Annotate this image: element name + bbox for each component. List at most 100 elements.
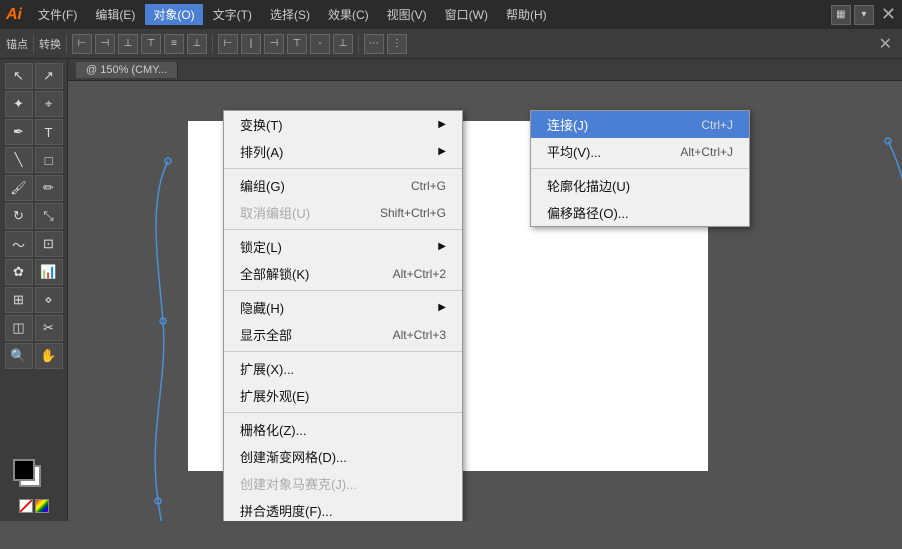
rect-tool[interactable]: □	[35, 147, 63, 173]
pen-tool[interactable]: ✒	[5, 119, 33, 145]
menu-window[interactable]: 窗口(W)	[437, 4, 496, 25]
align-bottom-icon[interactable]: ⊥	[187, 34, 207, 54]
menu-path: 连接(J) Ctrl+J 平均(V)... Alt+Ctrl+J 轮廓化描边(U…	[530, 110, 750, 227]
magic-wand-tool[interactable]: ✦	[5, 91, 33, 117]
menu-object[interactable]: 对象(O)	[145, 4, 202, 25]
main-layout: ↖ ↗ ✦ ⌖ ✒ T ╲ □ 🖌 ✏ ↻ ⤡ 〜 ⊡ ✿ 📊	[0, 59, 902, 521]
toolbar-transform-label: 转换	[39, 36, 61, 52]
divider2	[66, 35, 67, 53]
slice-tool[interactable]: ⋄	[35, 287, 63, 313]
menu-item-mosaic: 创建对象马赛克(J)...	[224, 470, 462, 497]
menu-item-ungroup[interactable]: 取消编组(U) Shift+Ctrl+G	[224, 199, 462, 226]
tool-row-4: ╲ □	[5, 147, 63, 173]
divider-1	[224, 168, 462, 169]
close-icon[interactable]: ✕	[881, 4, 896, 25]
line-tool[interactable]: ╲	[5, 147, 33, 173]
menu-object: 变换(T) ▶ 排列(A) ▶ 编组(G) Ctrl+G 取消编组(U) Shi…	[223, 110, 463, 521]
menu-item-lock[interactable]: 锁定(L) ▶	[224, 233, 462, 260]
menu-view[interactable]: 视图(V)	[379, 4, 435, 25]
menu-item-transform[interactable]: 变换(T) ▶	[224, 111, 462, 138]
icon-grid[interactable]: ▦	[831, 5, 851, 25]
menu-help[interactable]: 帮助(H)	[498, 4, 555, 25]
divider4	[358, 35, 359, 53]
distribute-left-icon[interactable]: ⊢	[218, 34, 238, 54]
distribute-spacing-icon[interactable]: ⋯	[364, 34, 384, 54]
toolbar1: 锚点 转换 ⊢ ⊣ ⊥ ⊤ ≡ ⊥ ⊢ | ⊣ ⊤ - ⊥ ⋯ ⋮ ✕	[0, 29, 902, 59]
align-left-icon[interactable]: ⊢	[72, 34, 92, 54]
warp-tool[interactable]: 〜	[5, 231, 33, 257]
hand-tool[interactable]: ✋	[35, 343, 63, 369]
app-logo: Ai	[6, 6, 22, 24]
path-submenu-item-join[interactable]: 连接(J) Ctrl+J	[531, 111, 749, 138]
fill-swatch[interactable]	[13, 459, 35, 481]
divider-3	[224, 290, 462, 291]
tool-row-5: 🖌 ✏	[5, 175, 63, 201]
canvas-tab: @ 150% (CMY...	[68, 59, 902, 81]
icon-dropdown[interactable]: ▾	[854, 5, 874, 25]
menu-select[interactable]: 选择(S)	[262, 4, 318, 25]
divider3	[212, 35, 213, 53]
tool-row-9: ⊞ ⋄	[5, 287, 63, 313]
path-submenu-item-offset[interactable]: 偏移路径(O)...	[531, 199, 749, 226]
menu-item-rasterize[interactable]: 栅格化(Z)...	[224, 416, 462, 443]
menu-item-arrange[interactable]: 排列(A) ▶	[224, 138, 462, 165]
symbol-sprayer-tool[interactable]: ✿	[5, 259, 33, 285]
tool-row-8: ✿ 📊	[5, 259, 63, 285]
menu-file[interactable]: 文件(F)	[30, 4, 85, 25]
none-swatch[interactable]	[19, 499, 33, 513]
path-submenu-item-average[interactable]: 平均(V)... Alt+Ctrl+J	[531, 138, 749, 165]
menu-item-flatten-transparency[interactable]: 拼合透明度(F)...	[224, 497, 462, 521]
artboard-tool[interactable]: ⊞	[5, 287, 33, 313]
gradient-swatch[interactable]	[35, 499, 49, 513]
align-center-h-icon[interactable]: ⊣	[95, 34, 115, 54]
align-right-icon[interactable]: ⊥	[118, 34, 138, 54]
align-top-icon[interactable]: ⊤	[141, 34, 161, 54]
type-tool[interactable]: T	[35, 119, 63, 145]
scissors-tool[interactable]: ✂	[35, 315, 63, 341]
menu-edit[interactable]: 编辑(E)	[87, 4, 143, 25]
panel-close-icon[interactable]: ✕	[875, 34, 896, 54]
toolbar-icons: ▦ ▾ ✕	[831, 4, 896, 25]
divider1	[33, 35, 34, 53]
rotate-tool[interactable]: ↻	[5, 203, 33, 229]
menu-bar: 文件(F) 编辑(E) 对象(O) 文字(T) 选择(S) 效果(C) 视图(V…	[30, 4, 555, 25]
path-divider-1	[531, 168, 749, 169]
menu-item-expand[interactable]: 扩展(X)...	[224, 355, 462, 382]
path-submenu-item-outline-stroke[interactable]: 轮廓化描边(U)	[531, 172, 749, 199]
distribute-top-icon[interactable]: ⊤	[287, 34, 307, 54]
menu-effect[interactable]: 效果(C)	[320, 4, 377, 25]
tools-panel: ↖ ↗ ✦ ⌖ ✒ T ╲ □ 🖌 ✏ ↻ ⤡ 〜 ⊡ ✿ 📊	[0, 59, 68, 521]
pencil-tool[interactable]: ✏	[35, 175, 63, 201]
menu-item-expand-appearance[interactable]: 扩展外观(E)	[224, 382, 462, 409]
menu-item-hide[interactable]: 隐藏(H) ▶	[224, 294, 462, 321]
menu-item-show-all[interactable]: 显示全部 Alt+Ctrl+3	[224, 321, 462, 348]
eraser-tool[interactable]: ◫	[5, 315, 33, 341]
align-center-v-icon[interactable]: ≡	[164, 34, 184, 54]
column-graph-tool[interactable]: 📊	[35, 259, 63, 285]
divider-4	[224, 351, 462, 352]
title-bar: Ai 文件(F) 编辑(E) 对象(O) 文字(T) 选择(S) 效果(C) 视…	[0, 0, 902, 29]
distribute-center-v-icon[interactable]: -	[310, 34, 330, 54]
menu-item-gradient-mesh[interactable]: 创建渐变网格(D)...	[224, 443, 462, 470]
distribute-spacing-v-icon[interactable]: ⋮	[387, 34, 407, 54]
distribute-bottom-icon[interactable]: ⊥	[333, 34, 353, 54]
distribute-center-h-icon[interactable]: |	[241, 34, 261, 54]
direct-select-tool[interactable]: ↗	[35, 63, 63, 89]
free-transform-tool[interactable]: ⊡	[35, 231, 63, 257]
toolbar-anchor-label: 锚点	[6, 36, 28, 52]
distribute-right-icon[interactable]: ⊣	[264, 34, 284, 54]
menu-item-unlock-all[interactable]: 全部解锁(K) Alt+Ctrl+2	[224, 260, 462, 287]
menu-text[interactable]: 文字(T)	[205, 4, 260, 25]
canvas-tab-item[interactable]: @ 150% (CMY...	[76, 62, 178, 78]
menu-item-group[interactable]: 编组(G) Ctrl+G	[224, 172, 462, 199]
divider-2	[224, 229, 462, 230]
tool-row-6: ↻ ⤡	[5, 203, 63, 229]
tool-row-7: 〜 ⊡	[5, 231, 63, 257]
lasso-tool[interactable]: ⌖	[35, 91, 63, 117]
scale-tool[interactable]: ⤡	[35, 203, 63, 229]
select-tool[interactable]: ↖	[5, 63, 33, 89]
tool-row-10: ◫ ✂	[5, 315, 63, 341]
zoom-tool[interactable]: 🔍	[5, 343, 33, 369]
paint-brush-tool[interactable]: 🖌	[5, 175, 33, 201]
canvas-content[interactable]: 变换(T) ▶ 排列(A) ▶ 编组(G) Ctrl+G 取消编组(U) Shi…	[68, 81, 902, 521]
